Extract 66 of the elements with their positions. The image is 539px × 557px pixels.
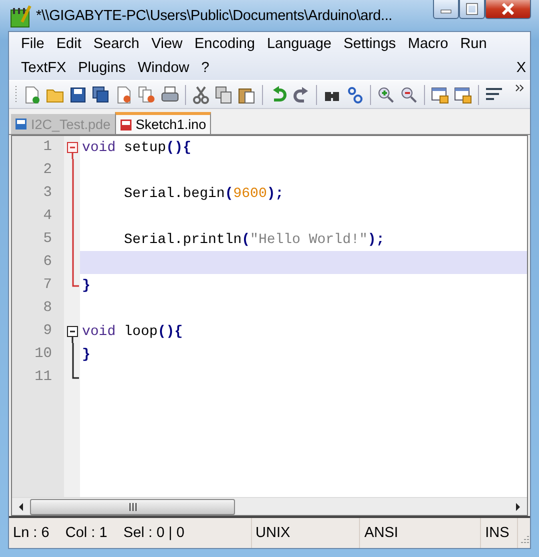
code-editor[interactable]: 1 void setup(){ 2 3 Serial.begin(9600); 4 5 Serial.println("Hello World!"); 6 7 } 8 9 void loop(){ 10 } 11 bbox=[11, 135, 528, 516]
line-number: 3 bbox=[42, 184, 53, 203]
file-icon bbox=[120, 118, 132, 130]
minimize-button[interactable] bbox=[433, 0, 459, 19]
insert-mode: INS bbox=[481, 518, 518, 548]
toolbar-grip-icon bbox=[15, 84, 18, 104]
line-number: 2 bbox=[42, 161, 53, 180]
scroll-thumb[interactable] bbox=[30, 498, 235, 514]
menu-item[interactable]: File bbox=[15, 36, 50, 52]
menu-item[interactable]: ? bbox=[195, 60, 216, 76]
maximize-icon bbox=[466, 3, 478, 15]
menu-item[interactable]: Plugins bbox=[72, 60, 132, 76]
scissors-icon[interactable] bbox=[192, 86, 210, 104]
line-number: 7 bbox=[42, 276, 53, 295]
file-tab[interactable]: Sketch1.ino bbox=[114, 112, 212, 134]
code-line: void setup(){ bbox=[82, 140, 192, 156]
line-number: 9 bbox=[42, 322, 53, 341]
menu-item[interactable]: Edit bbox=[50, 36, 88, 52]
documents-close-icon[interactable] bbox=[138, 86, 156, 104]
menu-item[interactable]: Settings bbox=[337, 36, 402, 52]
fold-toggle-icon[interactable] bbox=[67, 142, 78, 159]
notepad-icon bbox=[10, 4, 32, 28]
more-tools-button[interactable] bbox=[515, 84, 524, 92]
window-lock-icon[interactable] bbox=[454, 86, 472, 104]
zoom-out-icon[interactable] bbox=[400, 86, 418, 104]
close-button[interactable] bbox=[485, 0, 531, 19]
menu-item[interactable]: View bbox=[145, 36, 188, 52]
line-number: 1 bbox=[42, 138, 53, 157]
line-ending: UNIX bbox=[252, 518, 360, 548]
document-close-icon[interactable] bbox=[115, 86, 133, 104]
file-encoding: ANSI bbox=[360, 518, 482, 548]
menu-item[interactable]: Language bbox=[260, 36, 338, 52]
code-line: void loop(){ bbox=[82, 324, 183, 340]
redo-icon[interactable] bbox=[292, 86, 310, 104]
clipboard-icon[interactable] bbox=[238, 86, 256, 104]
menu-item[interactable]: Search bbox=[87, 36, 146, 52]
menu-item[interactable]: TextFX bbox=[15, 60, 72, 76]
file-icon bbox=[15, 118, 27, 130]
code-line: Serial.begin(9600); bbox=[123, 186, 284, 202]
window-lock-icon[interactable] bbox=[431, 86, 449, 104]
window-title: *\\GIGABYTE-PC\Users\Public\Documents\Arduino\ard... bbox=[36, 8, 392, 24]
line-number: 11 bbox=[34, 368, 53, 387]
maximize-button[interactable] bbox=[459, 0, 485, 19]
fold-toggle-icon[interactable] bbox=[67, 326, 78, 343]
close-icon bbox=[501, 3, 515, 15]
menu-item[interactable]: Run bbox=[454, 36, 493, 52]
line-number: 4 bbox=[42, 207, 53, 226]
line-number: 6 bbox=[42, 253, 53, 272]
zoom-in-icon[interactable] bbox=[377, 86, 395, 104]
code-line: } bbox=[82, 346, 90, 362]
code-line: } bbox=[82, 278, 90, 294]
menu-item[interactable]: Encoding bbox=[188, 36, 261, 52]
line-number: 8 bbox=[42, 299, 53, 318]
horizontal-scrollbar[interactable] bbox=[12, 497, 527, 515]
copy-icon[interactable] bbox=[215, 86, 233, 104]
line-number: 10 bbox=[34, 345, 53, 364]
menu-item[interactable]: Macro bbox=[402, 36, 454, 52]
floppy-disks-icon[interactable] bbox=[92, 86, 110, 104]
line-number: 5 bbox=[42, 230, 53, 249]
printer-icon[interactable] bbox=[161, 86, 179, 104]
code-line: Serial.println("Hello World!"); bbox=[123, 232, 384, 248]
resize-grip-icon[interactable] bbox=[518, 534, 530, 546]
close-document-button[interactable]: X bbox=[510, 60, 530, 76]
cursor-position: Ln : 6 Col : 1 Sel : 0 | 0 bbox=[9, 518, 252, 548]
new-file-icon[interactable] bbox=[23, 86, 41, 104]
menu-item[interactable]: Window bbox=[132, 60, 196, 76]
